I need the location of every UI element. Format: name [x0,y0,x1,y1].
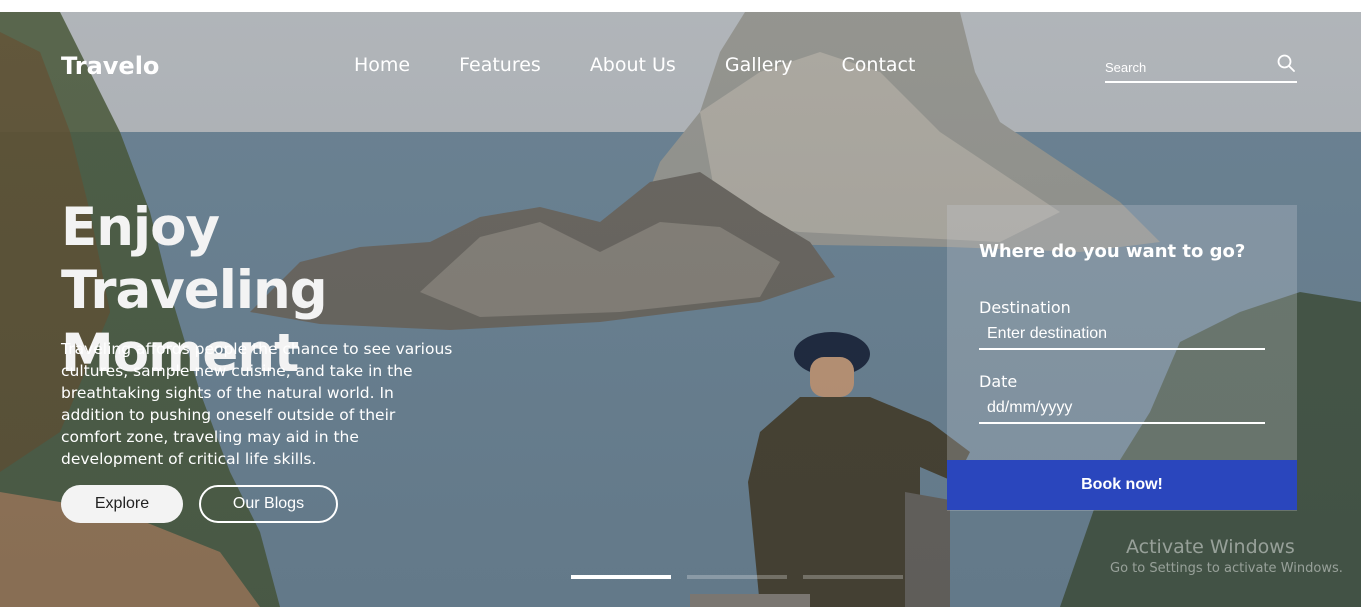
destination-label: Destination [979,298,1071,317]
hero-section: Travelo Home Features About Us Gallery C… [0,12,1361,607]
booking-card: Where do you want to go? Destination Dat… [947,205,1297,511]
slider-indicator-1[interactable] [571,575,671,579]
book-now-button[interactable]: Book now! [947,460,1297,510]
search-input[interactable] [1105,57,1265,77]
main-nav: Home Features About Us Gallery Contact [354,54,915,76]
our-blogs-button[interactable]: Our Blogs [199,485,338,523]
nav-item-features[interactable]: Features [459,54,541,76]
date-input[interactable] [979,394,1265,424]
activate-windows-subtitle: Go to Settings to activate Windows. [1110,561,1343,576]
activate-windows-title: Activate Windows [1126,536,1295,558]
search-box [1105,52,1297,83]
hero-description: Traveling affords people the chance to s… [61,340,453,468]
nav-item-contact[interactable]: Contact [842,54,916,76]
hero-headline-line-1: Enjoy Traveling [61,197,328,321]
nav-item-home[interactable]: Home [354,54,410,76]
date-label: Date [979,372,1018,391]
destination-input[interactable] [979,320,1265,350]
booking-title: Where do you want to go? [979,241,1246,262]
slider-indicator-2[interactable] [687,575,787,579]
explore-button[interactable]: Explore [61,485,183,523]
nav-item-about-us[interactable]: About Us [590,54,676,76]
brand-logo[interactable]: Travelo [61,52,159,80]
nav-item-gallery[interactable]: Gallery [725,54,793,76]
search-icon[interactable] [1277,54,1295,72]
slider-indicator-3[interactable] [803,575,903,579]
